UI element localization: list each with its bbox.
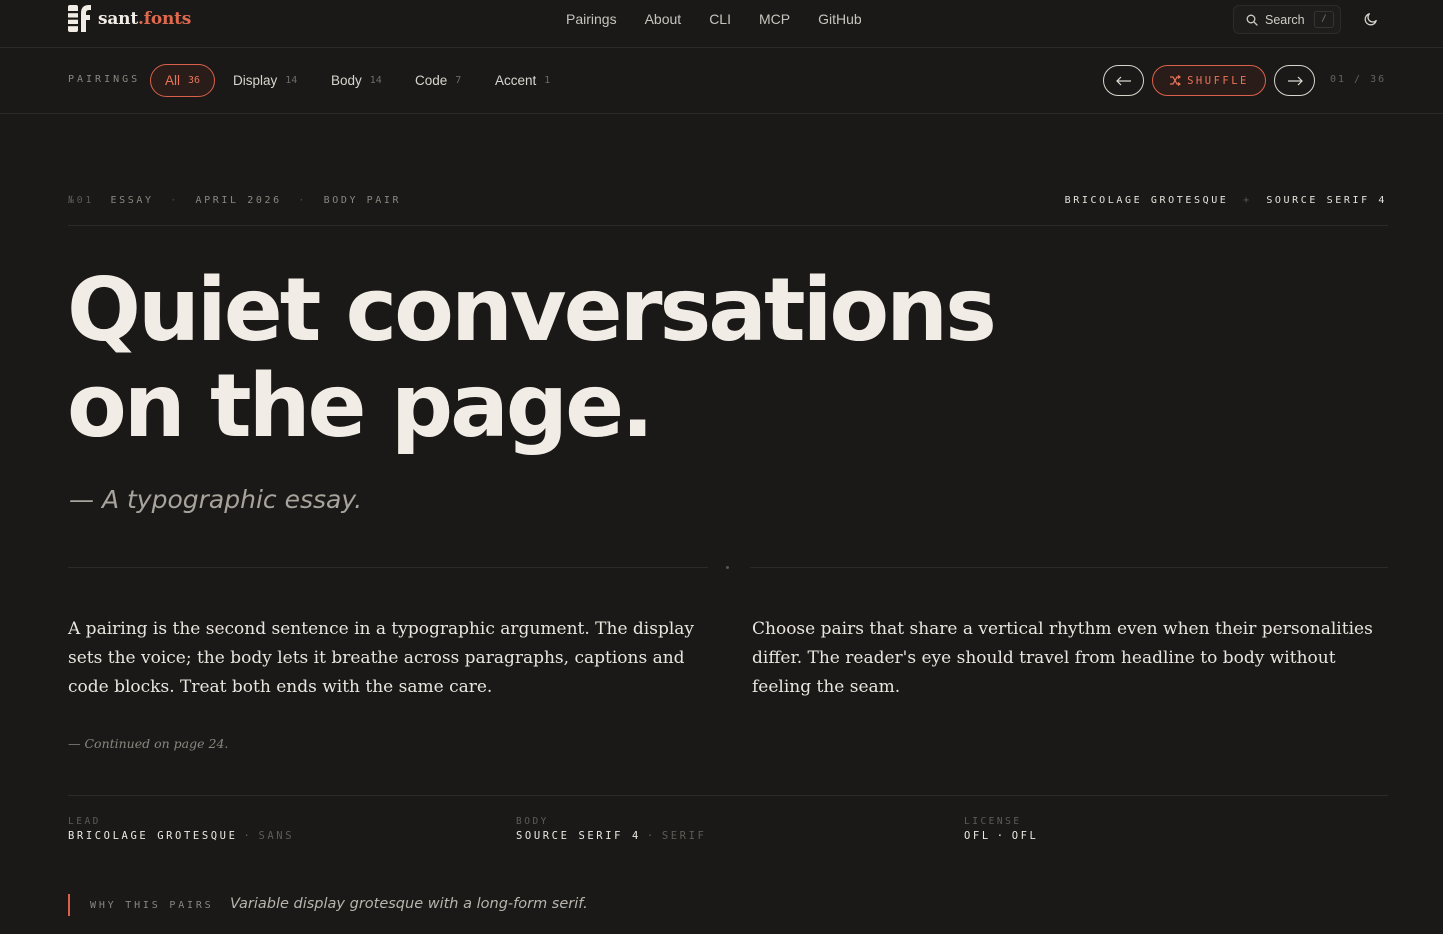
filter-accent[interactable]: Accent 1	[495, 64, 550, 97]
search-label: Search	[1265, 12, 1305, 27]
spec-body: BODY SOURCE SERIF 4 · SERIF	[516, 816, 706, 842]
filter-display[interactable]: Display 14	[233, 64, 297, 97]
search-button[interactable]: Search /	[1233, 5, 1341, 34]
nav-link-about[interactable]: About	[645, 11, 682, 27]
lead-font-name: BRICOLAGE GROTESQUE	[1064, 195, 1229, 206]
why-text: Variable display grotesque with a long-f…	[230, 896, 588, 912]
previous-button[interactable]	[1103, 65, 1144, 96]
arrow-left-icon	[1115, 76, 1131, 85]
site-logo[interactable]: sant.fonts	[68, 5, 191, 32]
essay-headline: Quiet conversations on the page.	[67, 259, 997, 457]
shuffle-button[interactable]: SHUFFLE	[1152, 65, 1266, 96]
spec-value: BRICOLAGE GROTESQUE · SANS	[68, 830, 295, 842]
why-accent-bar	[68, 894, 70, 916]
essay-meta: №01 ESSAY · APRIL 2026 · BODY PAIR	[68, 195, 402, 206]
essay-number: №01	[68, 195, 94, 206]
essay-date: APRIL 2026	[195, 195, 282, 206]
pairing-pager: 01 / 36	[1330, 74, 1387, 85]
meta-divider	[68, 225, 1388, 226]
pairing-filter-bar: PAIRINGS All 36 Display 14 Body 14 Code 7 Ac…	[0, 48, 1443, 114]
main-nav: Pairings About CLI MCP GitHub	[566, 11, 890, 27]
essay-kind: ESSAY	[110, 195, 154, 206]
nav-link-cli[interactable]: CLI	[709, 11, 731, 27]
moon-icon[interactable]	[1363, 11, 1379, 27]
filter-code[interactable]: Code 7	[415, 64, 461, 97]
top-navigation: sant.fonts Pairings About CLI MCP GitHub…	[0, 0, 1443, 48]
spec-value: OFL · OFL	[964, 830, 1039, 842]
logo-mark-icon	[68, 5, 91, 32]
essay-pair-type: BODY PAIR	[323, 195, 402, 206]
arrow-right-icon	[1287, 76, 1303, 85]
search-icon	[1246, 14, 1258, 26]
headline-line-2: on the page.	[67, 355, 654, 457]
section-divider-right	[750, 567, 1388, 568]
next-button[interactable]	[1274, 65, 1315, 96]
spec-label: LEAD	[68, 816, 101, 827]
shuffle-icon	[1170, 75, 1182, 86]
shuffle-label: SHUFFLE	[1187, 74, 1249, 87]
essay-tagline: — A typographic essay.	[69, 485, 363, 514]
filter-label: PAIRINGS	[68, 74, 141, 85]
pairing-fonts: BRICOLAGE GROTESQUE + SOURCE SERIF 4	[1064, 195, 1387, 206]
nav-link-github[interactable]: GitHub	[818, 11, 862, 27]
essay-paragraph-left: A pairing is the second sentence in a ty…	[68, 619, 695, 697]
essay-paragraph-right: Choose pairs that share a vertical rhyth…	[752, 619, 1373, 697]
spec-license: LICENSE OFL · OFL	[964, 816, 1038, 842]
spec-value: SOURCE SERIF 4 · SERIF	[516, 830, 707, 842]
spec-lead: LEAD BRICOLAGE GROTESQUE · SANS	[68, 816, 294, 842]
why-label: WHY THIS PAIRS	[90, 900, 214, 911]
section-divider-dot	[726, 566, 729, 569]
spec-label: BODY	[516, 816, 549, 827]
nav-link-pairings[interactable]: Pairings	[566, 11, 617, 27]
filter-body[interactable]: Body 14	[331, 64, 382, 97]
specs-divider	[68, 795, 1388, 796]
search-shortcut: /	[1314, 11, 1334, 28]
section-divider-left	[68, 567, 708, 568]
body-font-name: SOURCE SERIF 4	[1266, 195, 1387, 206]
spec-label: LICENSE	[964, 816, 1022, 827]
continued-note: — Continued on page 24.	[68, 736, 229, 751]
filter-all[interactable]: All 36	[150, 64, 216, 97]
logo-wordmark: sant.fonts	[98, 8, 192, 29]
headline-line-1: Quiet conversations	[67, 259, 997, 361]
nav-link-mcp[interactable]: MCP	[759, 11, 790, 27]
